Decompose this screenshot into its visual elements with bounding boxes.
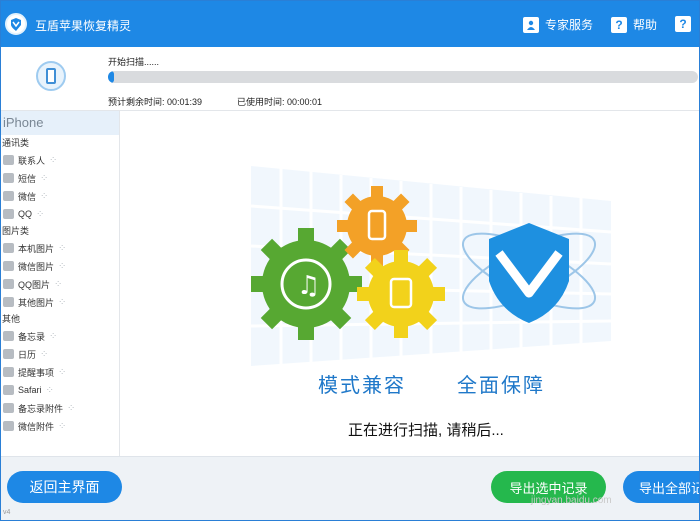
category-sidebar: iPhone 通讯类 联系人 ⁘ 短信 ⁘ 微信 ⁘ QQ ⁘ 图片类 本机图片 ⁘ 微信图片 ⁘ QQ图片… xyxy=(1,111,120,456)
scan-progress-fill xyxy=(108,71,114,83)
loading-spinner-icon: ⁘ xyxy=(49,154,57,166)
music-gear-icon: ♫ xyxy=(251,228,362,340)
loading-spinner-icon: ⁘ xyxy=(54,278,62,290)
help-button[interactable]: ? 帮助 xyxy=(611,16,657,33)
notes-icon xyxy=(3,331,14,341)
device-scan-icon xyxy=(36,61,66,91)
estimated-time: 预计剩余时间: 00:01:39 xyxy=(108,97,203,107)
sidebar-item[interactable]: Safari ⁘ xyxy=(1,381,119,399)
sidebar-item-label: 备忘录附件 xyxy=(18,403,64,414)
device-name[interactable]: iPhone xyxy=(1,111,119,135)
sidebar-item-label: 本机图片 xyxy=(18,243,55,254)
watermark-text: jingyan.baidu.com xyxy=(531,495,612,506)
sidebar-category: 其他 xyxy=(2,314,21,324)
sidebar-item-label: 备忘录 xyxy=(18,331,46,342)
photo-icon xyxy=(3,297,14,307)
contact-icon xyxy=(3,155,14,165)
attachment-icon xyxy=(3,403,14,413)
scan-progress-bar xyxy=(108,71,698,83)
attachment-icon xyxy=(3,421,14,431)
sidebar-category: 图片类 xyxy=(2,226,30,236)
hero-illustration: ♫ xyxy=(251,166,611,366)
sidebar-item-label: 微信附件 xyxy=(18,421,55,432)
tablet-gear-icon xyxy=(357,250,445,338)
sidebar-item[interactable]: 微信附件 ⁘ xyxy=(1,417,119,435)
sidebar-item-label: 提醒事项 xyxy=(18,367,55,378)
sidebar-item-label: 日历 xyxy=(18,349,37,360)
help-label: 帮助 xyxy=(633,18,658,32)
svg-text:♫: ♫ xyxy=(297,271,320,301)
title-bar: 互盾苹果恢复精灵 专家服务 ? 帮助 ? xyxy=(1,1,699,47)
sidebar-item[interactable]: 备忘录 ⁘ xyxy=(1,327,119,345)
more-menu-button[interactable]: ? xyxy=(675,16,691,32)
sidebar-item-label: 微信图片 xyxy=(18,261,55,272)
sidebar-item[interactable]: 短信 ⁘ xyxy=(1,169,119,187)
sidebar-item-label: 短信 xyxy=(18,173,37,184)
slogan-compatible: 模式兼容 xyxy=(318,375,406,397)
sidebar-item[interactable]: 本机图片 ⁘ xyxy=(1,239,119,257)
app-logo-icon xyxy=(5,13,27,35)
photo-icon xyxy=(3,243,14,253)
qq-icon xyxy=(3,209,14,219)
main-panel: ♫ 模式兼容 全面保障 正在进行扫描, 请稍后... xyxy=(121,111,699,456)
expert-service-button[interactable]: 专家服务 xyxy=(523,16,593,33)
sidebar-item-label: 联系人 xyxy=(18,155,46,166)
more-icon: ? xyxy=(675,16,691,32)
sidebar-item[interactable]: 微信 ⁘ xyxy=(1,187,119,205)
reminder-icon xyxy=(3,367,14,377)
sidebar-item[interactable]: QQ图片 ⁘ xyxy=(1,275,119,293)
photo-icon xyxy=(3,279,14,289)
sidebar-item[interactable]: QQ ⁘ xyxy=(1,205,119,223)
sidebar-category: 通讯类 xyxy=(2,138,30,148)
loading-spinner-icon: ⁘ xyxy=(58,260,66,272)
loading-spinner-icon: ⁘ xyxy=(40,172,48,184)
sidebar-item-label: Safari xyxy=(18,385,42,395)
expert-service-label: 专家服务 xyxy=(545,18,594,32)
loading-spinner-icon: ⁘ xyxy=(49,330,57,342)
export-all-button[interactable]: 导出全部记 xyxy=(623,471,699,503)
footer-bar: 返回主界面 导出选中记录 导出全部记 jingyan.baidu.com v4 xyxy=(1,456,699,520)
loading-spinner-icon: ⁘ xyxy=(45,384,54,396)
scan-status-text: 开始扫描...... xyxy=(108,57,160,67)
help-icon: ? xyxy=(611,16,627,33)
safari-icon xyxy=(3,385,14,395)
scanning-status: 正在进行扫描, 请稍后... xyxy=(348,422,504,439)
sidebar-item[interactable]: 提醒事项 ⁘ xyxy=(1,363,119,381)
scan-progress-panel: 开始扫描...... 预计剩余时间: 00:01:39 已使用时间: 00:00… xyxy=(1,47,699,111)
version-label: v4 xyxy=(3,509,11,516)
loading-spinner-icon: ⁘ xyxy=(36,208,44,220)
app-window: 互盾苹果恢复精灵 专家服务 ? 帮助 ? 开始扫描...... 预计剩余时间: … xyxy=(0,0,700,521)
sidebar-item[interactable]: 其他图片 ⁘ xyxy=(1,293,119,311)
calendar-icon xyxy=(3,349,14,359)
elapsed-time: 已使用时间: 00:00:01 xyxy=(237,97,323,107)
sidebar-item[interactable]: 日历 ⁘ xyxy=(1,345,119,363)
loading-spinner-icon: ⁘ xyxy=(40,348,48,360)
sidebar-item-label: QQ图片 xyxy=(18,279,51,290)
loading-spinner-icon: ⁘ xyxy=(58,296,66,308)
photo-icon xyxy=(3,261,14,271)
app-title: 互盾苹果恢复精灵 xyxy=(35,19,132,33)
sidebar-item-label: 其他图片 xyxy=(18,297,55,308)
loading-spinner-icon: ⁘ xyxy=(58,420,66,432)
sidebar-item-label: 微信 xyxy=(18,191,37,202)
loading-spinner-icon: ⁘ xyxy=(40,190,48,202)
loading-spinner-icon: ⁘ xyxy=(58,366,66,378)
back-to-home-button[interactable]: 返回主界面 xyxy=(7,471,122,503)
sidebar-item-label: QQ xyxy=(18,209,33,219)
sms-icon xyxy=(3,173,14,183)
slogan-protection: 全面保障 xyxy=(457,375,545,397)
sidebar-item[interactable]: 备忘录附件 ⁘ xyxy=(1,399,119,417)
sidebar-item[interactable]: 微信图片 ⁘ xyxy=(1,257,119,275)
expert-service-icon xyxy=(523,16,539,33)
sidebar-item[interactable]: 联系人 ⁘ xyxy=(1,151,119,169)
loading-spinner-icon: ⁘ xyxy=(67,402,75,414)
loading-spinner-icon: ⁘ xyxy=(58,242,66,254)
wechat-icon xyxy=(3,191,14,201)
